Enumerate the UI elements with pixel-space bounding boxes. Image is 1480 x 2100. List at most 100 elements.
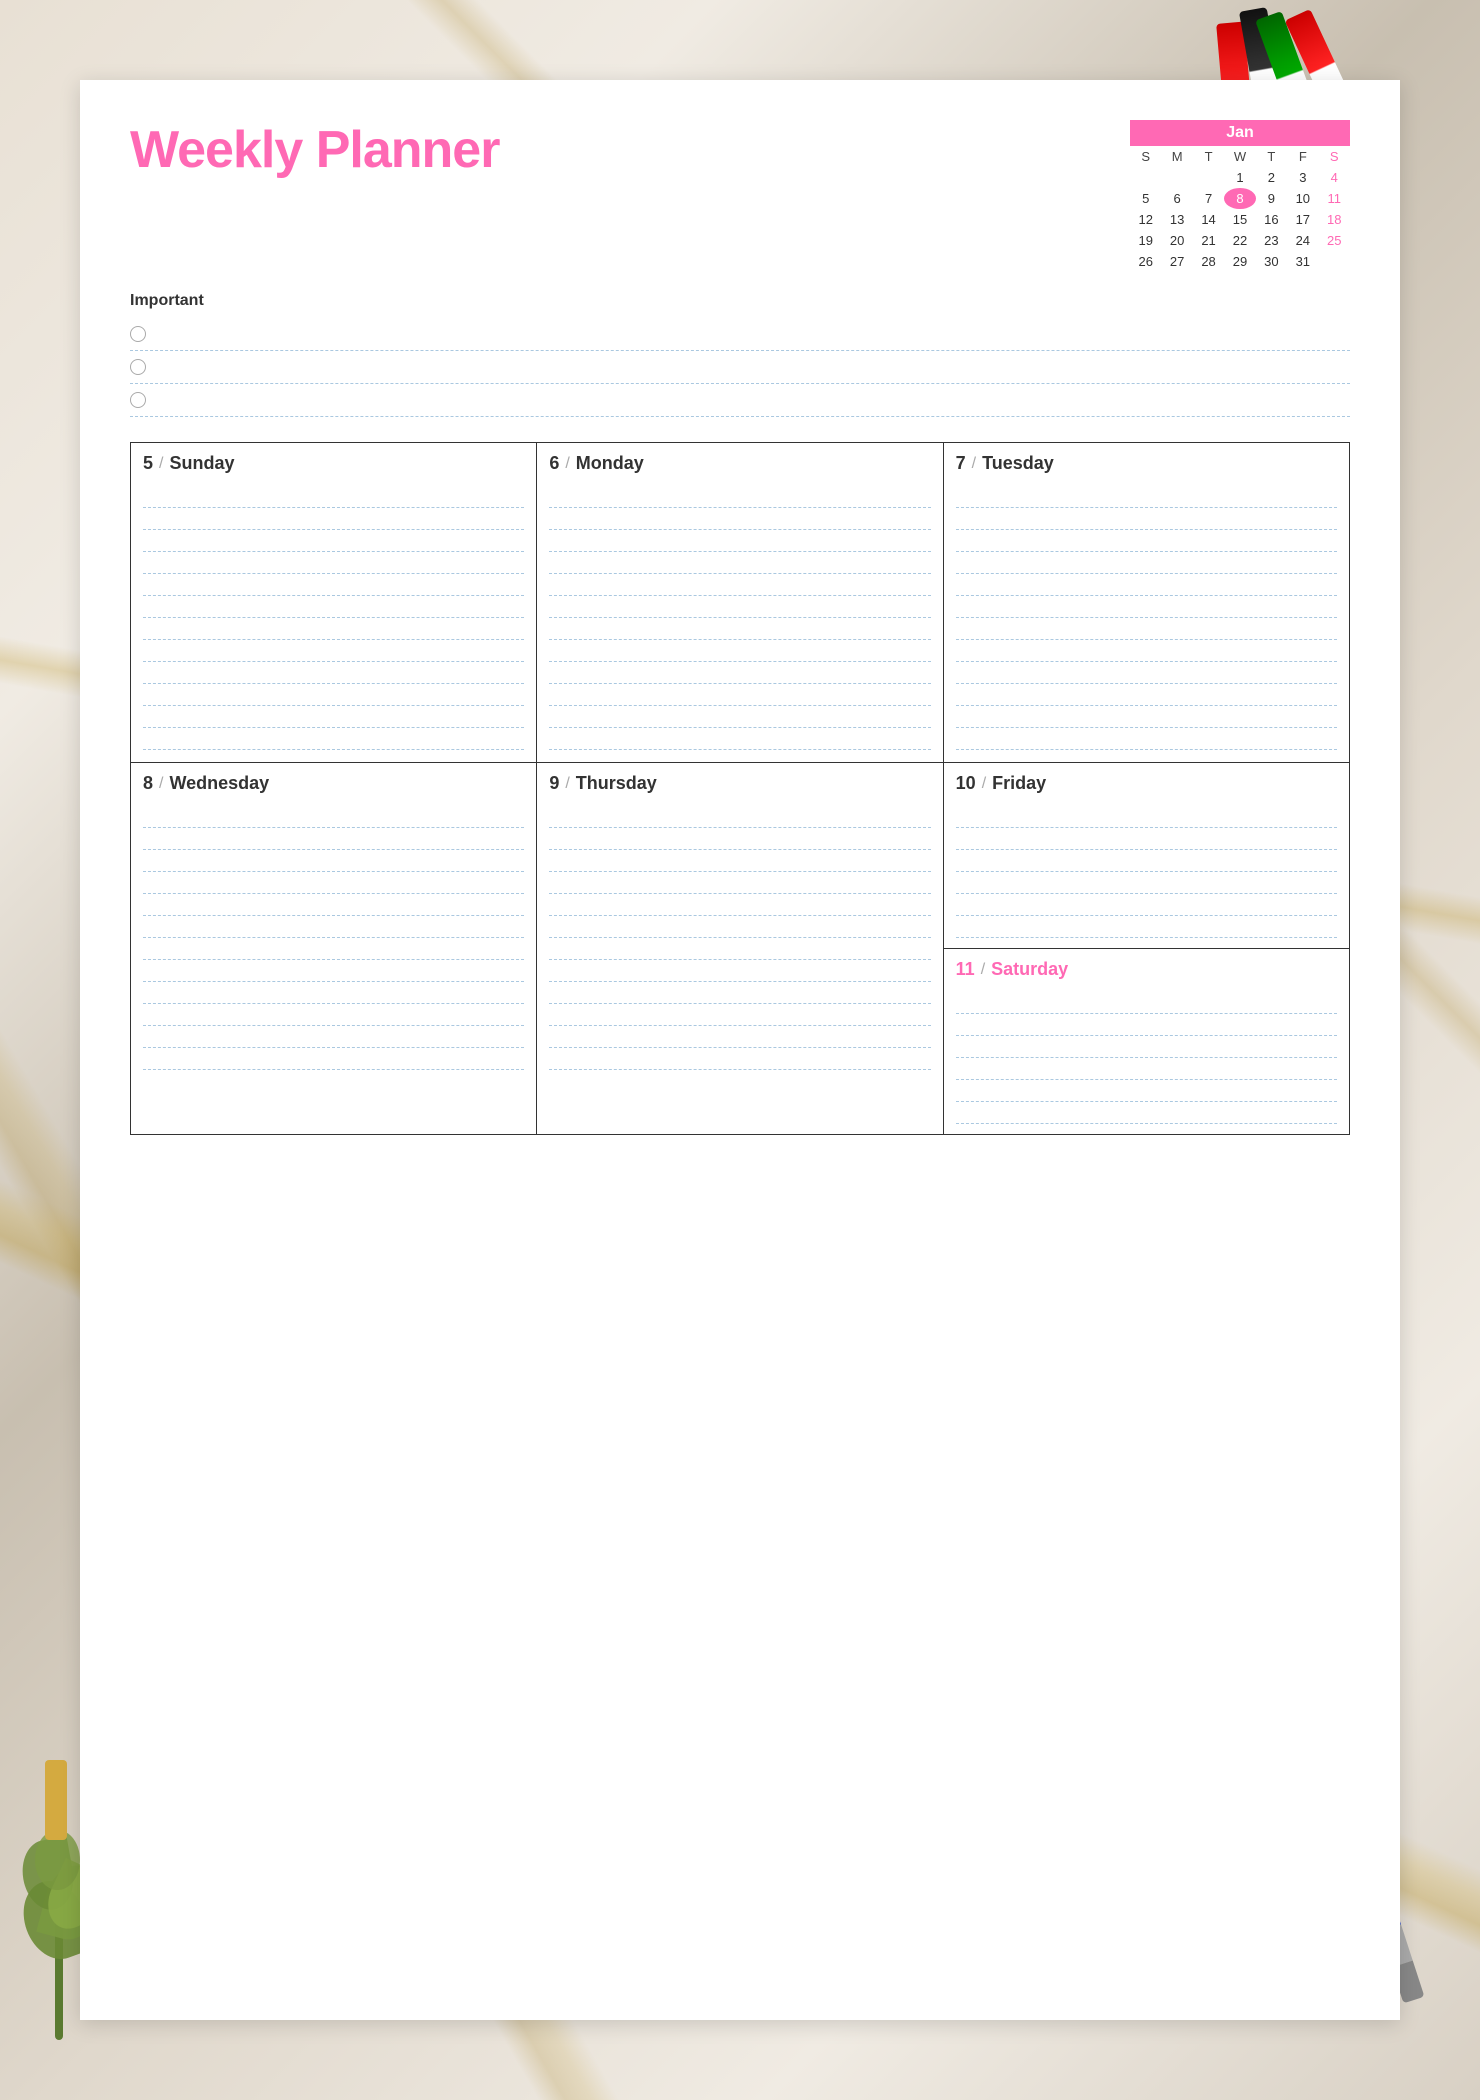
cal-header-f: F — [1287, 146, 1318, 167]
cal-cell: 13 — [1161, 209, 1192, 230]
sunday-lines — [143, 486, 524, 750]
day-line — [956, 706, 1337, 728]
day-line — [549, 828, 930, 850]
cal-cell: 29 — [1224, 251, 1255, 272]
day-cell-wednesday: 8 / Wednesday — [131, 763, 537, 1135]
day-number-9: 9 — [549, 773, 559, 794]
day-line — [143, 894, 524, 916]
day-header-friday: 10 / Friday — [956, 773, 1337, 794]
day-line — [549, 806, 930, 828]
day-line — [549, 684, 930, 706]
checkbox-2[interactable] — [130, 359, 146, 375]
cal-cell: 25 — [1319, 230, 1350, 251]
cal-header-s2: S — [1319, 146, 1350, 167]
day-line — [549, 850, 930, 872]
slash-friday: / — [982, 775, 986, 793]
day-line — [143, 574, 524, 596]
day-line — [143, 530, 524, 552]
day-name-saturday: Saturday — [991, 959, 1068, 980]
cal-cell: 19 — [1130, 230, 1161, 251]
day-line — [956, 850, 1337, 872]
day-line — [143, 728, 524, 750]
day-line — [956, 1036, 1337, 1058]
day-number-8: 8 — [143, 773, 153, 794]
cal-cell: 5 — [1130, 188, 1161, 209]
cal-cell: 17 — [1287, 209, 1318, 230]
day-header-tuesday: 7 / Tuesday — [956, 453, 1337, 474]
day-line — [956, 828, 1337, 850]
day-line — [143, 508, 524, 530]
cal-cell: 9 — [1256, 188, 1287, 209]
slash-monday: / — [565, 455, 569, 473]
cal-cell — [1319, 251, 1350, 272]
day-line — [956, 1102, 1337, 1124]
cal-cell: 2 — [1256, 167, 1287, 188]
right-column: 10 / Friday 11 / Saturday — [944, 763, 1350, 1135]
header: Weekly Planner Jan S M T W T F S 12 — [130, 120, 1350, 272]
day-cell-friday: 10 / Friday — [944, 763, 1349, 949]
day-header-saturday: 11 / Saturday — [956, 959, 1337, 980]
tuesday-lines — [956, 486, 1337, 750]
planner-sheet: Weekly Planner Jan S M T W T F S 12 — [80, 80, 1400, 2020]
day-line — [956, 1080, 1337, 1102]
cal-cell: 26 — [1130, 251, 1161, 272]
day-line — [143, 618, 524, 640]
checkbox-1[interactable] — [130, 326, 146, 342]
cal-cell: 24 — [1287, 230, 1318, 251]
day-header-thursday: 9 / Thursday — [549, 773, 930, 794]
day-line — [956, 894, 1337, 916]
day-line — [143, 1048, 524, 1070]
day-line — [549, 894, 930, 916]
day-number-5: 5 — [143, 453, 153, 474]
day-line — [956, 640, 1337, 662]
day-line — [956, 596, 1337, 618]
day-line — [143, 1004, 524, 1026]
slash-saturday: / — [981, 961, 985, 979]
day-line — [549, 486, 930, 508]
day-line — [143, 1026, 524, 1048]
day-number-11: 11 — [956, 959, 975, 980]
day-line — [549, 662, 930, 684]
day-line — [549, 530, 930, 552]
checkbox-3[interactable] — [130, 392, 146, 408]
cal-cell: 1 — [1224, 167, 1255, 188]
day-name-sunday: Sunday — [169, 453, 234, 474]
day-line — [549, 728, 930, 750]
day-header-sunday: 5 / Sunday — [143, 453, 524, 474]
day-line — [956, 728, 1337, 750]
cal-cell — [1161, 167, 1192, 188]
important-line-3 — [158, 393, 1350, 407]
day-line — [143, 662, 524, 684]
day-cell-thursday: 9 / Thursday — [537, 763, 943, 1135]
day-line — [549, 1048, 930, 1070]
day-name-tuesday: Tuesday — [982, 453, 1054, 474]
day-line — [549, 982, 930, 1004]
cal-header-t2: T — [1256, 146, 1287, 167]
day-number-7: 7 — [956, 453, 966, 474]
cal-cell: 31 — [1287, 251, 1318, 272]
slash-thursday: / — [565, 775, 569, 793]
day-line — [549, 618, 930, 640]
day-line — [143, 916, 524, 938]
slash-sunday: / — [159, 455, 163, 473]
cal-cell: 14 — [1193, 209, 1224, 230]
day-line — [143, 552, 524, 574]
day-line — [143, 828, 524, 850]
day-line — [549, 872, 930, 894]
slash-tuesday: / — [972, 455, 976, 473]
day-line — [956, 992, 1337, 1014]
day-line — [143, 872, 524, 894]
day-header-wednesday: 8 / Wednesday — [143, 773, 524, 794]
day-line — [956, 508, 1337, 530]
thursday-lines — [549, 806, 930, 1070]
cal-cell: 21 — [1193, 230, 1224, 251]
day-name-wednesday: Wednesday — [169, 773, 269, 794]
day-line — [549, 640, 930, 662]
calendar-month-header: Jan — [1130, 120, 1350, 146]
important-item-1 — [130, 318, 1350, 351]
day-number-6: 6 — [549, 453, 559, 474]
cal-cell: 3 — [1287, 167, 1318, 188]
day-line — [143, 486, 524, 508]
day-line — [143, 640, 524, 662]
day-line — [956, 1058, 1337, 1080]
